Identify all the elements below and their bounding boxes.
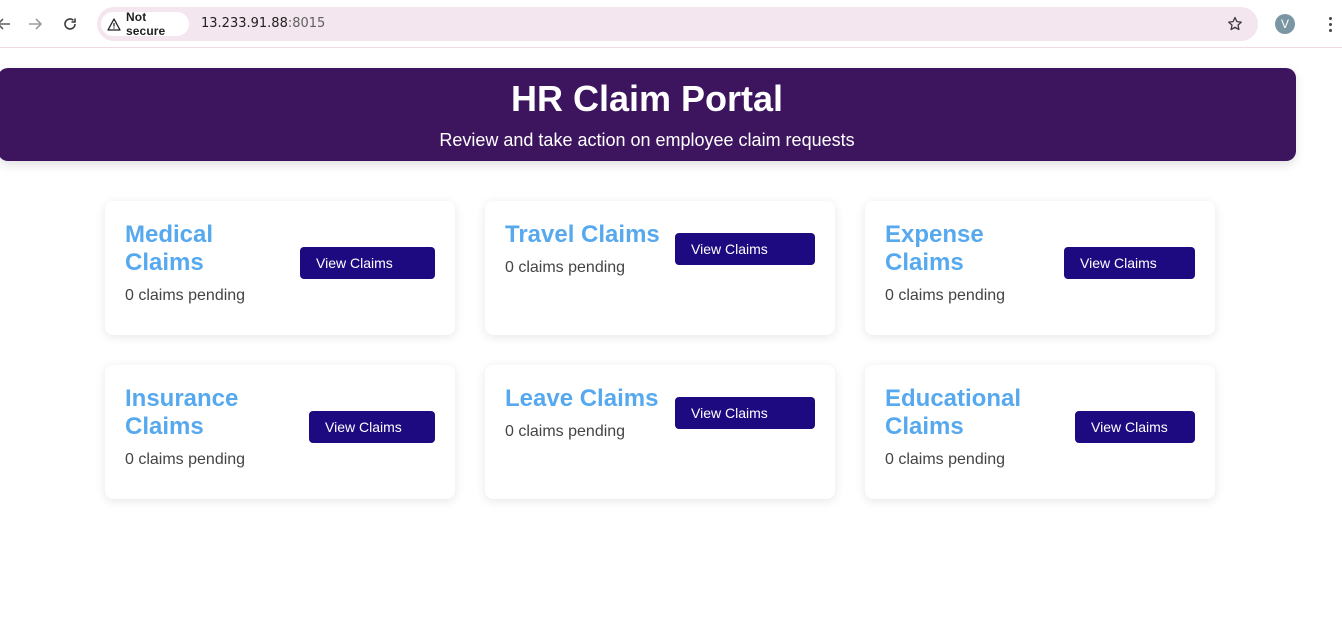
card-title: Expense Claims <box>885 221 984 277</box>
view-claims-button-educational[interactable]: View Claims <box>1075 411 1195 443</box>
view-claims-button-medical[interactable]: View Claims <box>300 247 435 279</box>
view-claims-button-leave[interactable]: View Claims <box>675 397 815 429</box>
pending-count: 0 claims pending <box>505 423 626 440</box>
claim-card-medical: Medical Claims 0 claims pending View Cla… <box>105 201 455 335</box>
claim-card-travel: Travel Claims 0 claims pending View Clai… <box>485 201 835 335</box>
card-title-line: Claims <box>885 249 964 276</box>
url-text[interactable]: 13.233.91.88:8015 <box>201 16 325 31</box>
card-title-line: Travel Claims <box>505 221 660 248</box>
card-title: Educational Claims <box>885 385 1021 441</box>
card-title-line: Claims <box>125 413 204 440</box>
url-port: :8015 <box>287 16 326 31</box>
pending-count: 0 claims pending <box>885 451 1006 468</box>
card-title: Leave Claims <box>505 385 658 413</box>
url-host: 13.233.91.88 <box>201 16 288 31</box>
tab-strip-edge <box>0 0 1342 7</box>
pending-count: 0 claims pending <box>505 259 626 276</box>
address-bar[interactable]: Not secure 13.233.91.88:8015 <box>97 7 1258 41</box>
claim-card-expense: Expense Claims 0 claims pending View Cla… <box>865 201 1215 335</box>
pending-count: 0 claims pending <box>885 287 1006 304</box>
profile-avatar[interactable]: V <box>1275 14 1295 34</box>
card-title: Insurance Claims <box>125 385 238 441</box>
arrow-left-icon <box>0 18 10 30</box>
forward-button[interactable] <box>23 12 47 36</box>
card-title-line: Leave Claims <box>505 385 659 412</box>
menu-dot-icon <box>1328 16 1332 20</box>
browser-menu-button[interactable] <box>1320 13 1340 35</box>
card-title-line: Educational <box>885 385 1022 412</box>
claim-card-insurance: Insurance Claims 0 claims pending View C… <box>105 365 455 499</box>
claim-card-educational: Educational Claims 0 claims pending View… <box>865 365 1215 499</box>
page-title: HR Claim Portal <box>510 78 784 119</box>
arrow-right-icon <box>29 18 43 30</box>
pending-count: 0 claims pending <box>125 451 246 468</box>
menu-dot-icon <box>1328 28 1332 32</box>
menu-dot-icon <box>1328 22 1332 26</box>
card-title-line: Claims <box>885 413 964 440</box>
card-title-line: Medical <box>125 221 214 248</box>
reload-button[interactable] <box>58 12 82 36</box>
claim-card-leave: Leave Claims 0 claims pending View Claim… <box>485 365 835 499</box>
bookmark-button[interactable] <box>1224 13 1246 35</box>
view-claims-button-insurance[interactable]: View Claims <box>309 411 435 443</box>
card-title-line: Expense <box>885 221 984 248</box>
view-claims-button-travel[interactable]: View Claims <box>675 233 815 265</box>
pending-count: 0 claims pending <box>125 287 246 304</box>
view-claims-button-expense[interactable]: View Claims <box>1064 247 1195 279</box>
reload-icon <box>64 18 76 30</box>
warning-icon <box>107 17 121 31</box>
card-title: Travel Claims <box>505 221 660 249</box>
page-subtitle: Review and take action on employee claim… <box>439 130 855 150</box>
site-info-chip[interactable]: Not secure <box>101 10 189 38</box>
card-title-line: Insurance <box>125 385 239 412</box>
card-title: Medical Claims <box>125 221 213 277</box>
back-button[interactable] <box>0 12 16 36</box>
not-secure-label: Not secure <box>126 10 166 38</box>
browser-toolbar: Not secure 13.233.91.88:8015 V <box>0 0 1342 48</box>
card-title-line: Claims <box>125 249 204 276</box>
star-icon <box>1228 16 1242 31</box>
portal-header: HR Claim Portal Review and take action o… <box>0 68 1296 161</box>
